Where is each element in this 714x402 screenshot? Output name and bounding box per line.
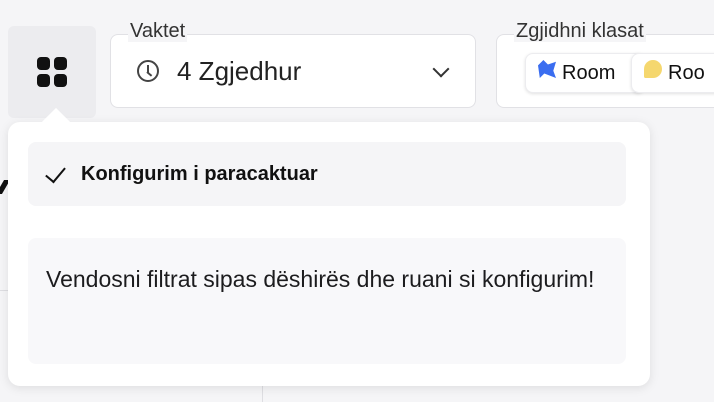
shifts-select-value: 4 Zgjedhur [177, 55, 302, 86]
check-icon [45, 161, 66, 183]
classes-label: Zgjidhni klasat [514, 20, 646, 42]
shifts-select[interactable]: 4 Zgjedhur [110, 34, 476, 108]
configurations-popover: Konfigurim i paracaktuar Vendosni filtra… [8, 107, 650, 386]
divider [262, 384, 263, 402]
preset-configuration-label: Konfigurim i paracaktuar [81, 162, 318, 185]
clock-icon [137, 60, 159, 82]
class-chip[interactable]: Room [525, 53, 645, 93]
blue-shape-icon [538, 60, 556, 78]
yellow-shape-icon [644, 60, 662, 78]
class-chip-label: Roo [668, 61, 705, 84]
hint-text: Vendosni filtrat sipas dëshirës dhe ruan… [46, 266, 595, 292]
class-chip-label: Room [562, 61, 616, 84]
preset-configuration-item[interactable]: Konfigurim i paracaktuar [28, 142, 626, 206]
save-configuration-hint: Vendosni filtrat sipas dëshirës dhe ruan… [28, 238, 626, 364]
classes-select[interactable]: Room Roo [496, 34, 714, 108]
grid-icon [37, 57, 67, 87]
shifts-label: Vaktet [128, 20, 188, 42]
configurations-menu-button[interactable] [8, 26, 96, 118]
class-chip[interactable]: Roo [631, 53, 714, 93]
chevron-down-icon [432, 60, 450, 78]
